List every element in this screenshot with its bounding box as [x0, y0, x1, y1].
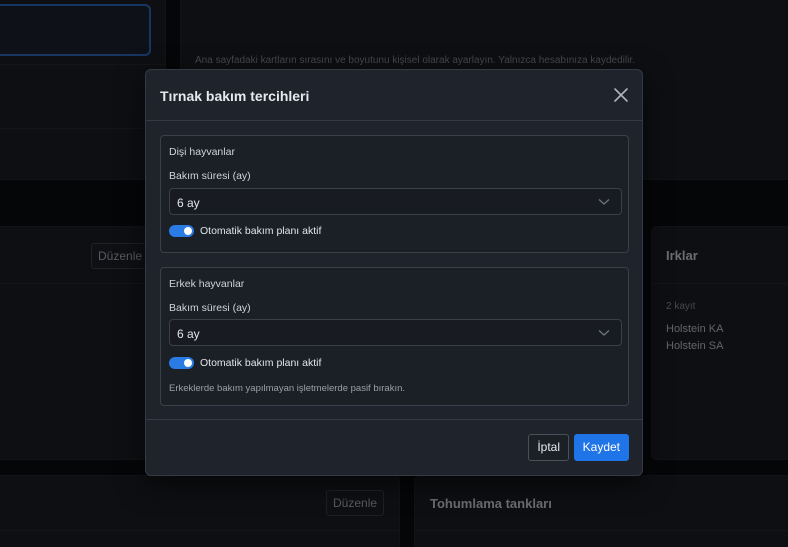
female-section: Dişi hayvanlar Bakım süresi (ay) 6 ay Ot… — [160, 135, 629, 253]
male-section: Erkek hayvanlar Bakım süresi (ay) 6 ay O… — [160, 267, 629, 406]
female-duration-select[interactable]: 6 ay — [169, 188, 622, 215]
toggle-knob — [184, 359, 192, 367]
save-button[interactable]: Kaydet — [573, 434, 629, 461]
dialog-header: Tırnak bakım tercihleri — [146, 70, 642, 121]
male-duration-value: 6 ay — [177, 327, 200, 341]
dialog-body: Dişi hayvanlar Bakım süresi (ay) 6 ay Ot… — [146, 121, 642, 420]
hoof-care-preferences-dialog: Tırnak bakım tercihleri Dişi hayvanlar B… — [145, 69, 643, 476]
male-help-text: Erkeklerde bakım yapılmayan işletmelerde… — [169, 383, 406, 394]
chevron-down-icon — [598, 330, 610, 336]
male-duration-label: Bakım süresi (ay) — [169, 302, 251, 314]
close-icon — [614, 88, 628, 102]
female-auto-plan-label: Otomatik bakım planı aktif — [200, 225, 322, 237]
male-section-title: Erkek hayvanlar — [169, 278, 245, 290]
female-duration-label: Bakım süresi (ay) — [169, 170, 251, 182]
toggle-knob — [184, 227, 192, 235]
male-auto-plan-label: Otomatik bakım planı aktif — [200, 357, 322, 369]
cancel-button[interactable]: İptal — [528, 434, 569, 461]
male-auto-plan-toggle[interactable] — [169, 357, 194, 369]
female-auto-plan-toggle[interactable] — [169, 225, 194, 237]
dialog-title: Tırnak bakım tercihleri — [160, 88, 310, 104]
female-section-title: Dişi hayvanlar — [169, 146, 235, 158]
close-button[interactable] — [612, 86, 630, 104]
chevron-down-icon — [598, 199, 610, 205]
male-duration-select[interactable]: 6 ay — [169, 319, 622, 346]
female-duration-value: 6 ay — [177, 196, 200, 210]
dialog-footer: İptal Kaydet — [146, 419, 642, 475]
